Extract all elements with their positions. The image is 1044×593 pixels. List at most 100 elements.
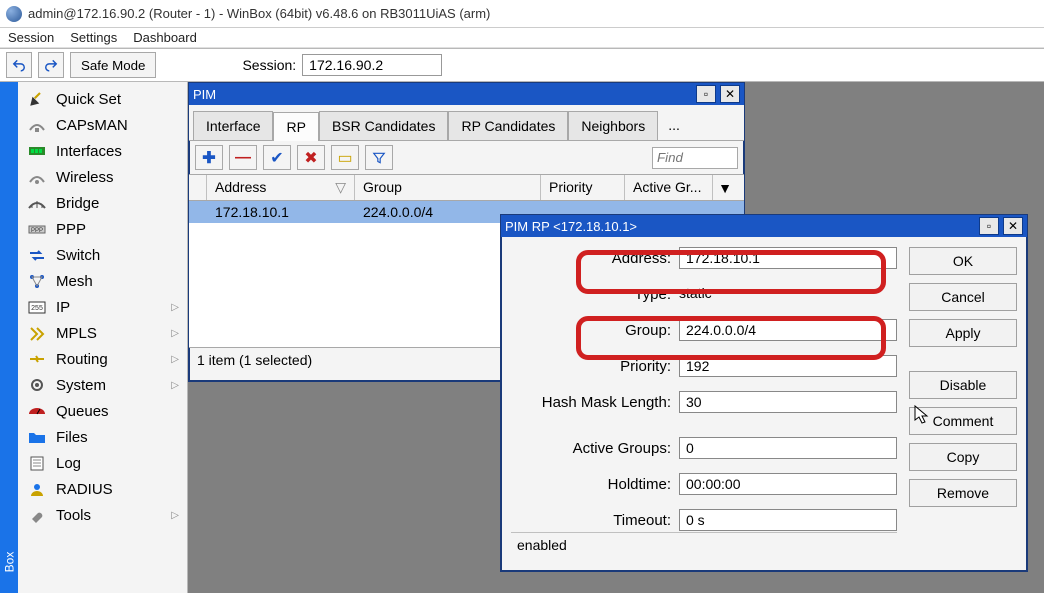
sidebar-icon	[26, 168, 48, 186]
sidebar-item-capsman[interactable]: CAPsMAN	[18, 112, 187, 138]
disable-button[interactable]: ✖	[297, 145, 325, 170]
copy-button[interactable]: Copy	[909, 443, 1017, 471]
col-priority[interactable]: Priority	[541, 175, 625, 200]
sidebar-item-switch[interactable]: Switch	[18, 242, 187, 268]
priority-label: Priority:	[511, 358, 671, 375]
add-button[interactable]: ✚	[195, 145, 223, 170]
sidebar-item-routing[interactable]: Routing▷	[18, 346, 187, 372]
pim-rp-dialog: PIM RP <172.18.10.1> ▫ ✕ Address: Type: …	[500, 214, 1028, 572]
group-label: Group:	[511, 322, 671, 339]
tab-rp[interactable]: RP	[273, 112, 318, 141]
tab-bsr-candidates[interactable]: BSR Candidates	[319, 111, 449, 140]
sidebar-icon: PPP	[26, 220, 48, 238]
session-label: Session:	[242, 57, 296, 73]
sidebar-item-ip[interactable]: 255IP▷	[18, 294, 187, 320]
cancel-button[interactable]: Cancel	[909, 283, 1017, 311]
chevron-right-icon: ▷	[171, 328, 179, 339]
filter-button[interactable]	[365, 145, 393, 170]
remove-button[interactable]: —	[229, 145, 257, 170]
find-input[interactable]	[652, 147, 738, 169]
sidebar-icon	[26, 272, 48, 290]
sidebar-item-label: Switch	[56, 247, 100, 264]
col-flag[interactable]	[189, 175, 207, 200]
apply-button[interactable]: Apply	[909, 319, 1017, 347]
col-group[interactable]: Group	[355, 175, 541, 200]
pim-title-text: PIM	[193, 87, 692, 102]
hash-input[interactable]	[679, 391, 897, 413]
sidebar-icon	[26, 454, 48, 472]
col-active-groups[interactable]: Active Gr...	[625, 175, 713, 200]
menu-dashboard[interactable]: Dashboard	[133, 30, 197, 45]
sidebar-icon	[26, 480, 48, 498]
rp-titlebar[interactable]: PIM RP <172.18.10.1> ▫ ✕	[501, 215, 1027, 237]
tab-interface[interactable]: Interface	[193, 111, 273, 140]
sidebar-item-label: CAPsMAN	[56, 117, 128, 134]
group-input[interactable]	[679, 319, 897, 341]
menu-session[interactable]: Session	[8, 30, 54, 45]
sidebar-icon	[26, 116, 48, 134]
pim-titlebar[interactable]: PIM ▫ ✕	[189, 83, 744, 105]
sidebar-item-label: MPLS	[56, 325, 97, 342]
close-icon[interactable]: ✕	[1003, 217, 1023, 235]
sidebar-item-tools[interactable]: Tools▷	[18, 502, 187, 528]
sidebar-icon	[26, 90, 48, 108]
redo-button[interactable]	[38, 52, 64, 78]
enable-button[interactable]: ✔	[263, 145, 291, 170]
minimize-icon[interactable]: ▫	[696, 85, 716, 103]
menu-bar: Session Settings Dashboard	[0, 28, 1044, 48]
undo-button[interactable]	[6, 52, 32, 78]
minimize-icon[interactable]: ▫	[979, 217, 999, 235]
rp-fields: Address: Type: static Group: Priority:	[511, 247, 897, 561]
sidebar-icon	[26, 506, 48, 524]
content-area: PIM ▫ ✕ Interface RP BSR Candidates RP C…	[188, 82, 1044, 593]
sidebar-item-label: RADIUS	[56, 481, 113, 498]
sidebar-item-wireless[interactable]: Wireless	[18, 164, 187, 190]
sidebar-item-log[interactable]: Log	[18, 450, 187, 476]
sidebar-item-ppp[interactable]: PPP PPP	[18, 216, 187, 242]
sidebar-item-mpls[interactable]: MPLS ▷	[18, 320, 187, 346]
col-address[interactable]: Address ▽	[207, 175, 355, 200]
rp-body: Address: Type: static Group: Priority:	[501, 237, 1027, 571]
sidebar-item-files[interactable]: Files	[18, 424, 187, 450]
sidebar-item-label: Queues	[56, 403, 109, 420]
comment-button[interactable]: Comment	[909, 407, 1017, 435]
sidebar-icon: 255	[26, 298, 48, 316]
priority-input[interactable]	[679, 355, 897, 377]
sidebar-item-label: Wireless	[56, 169, 114, 186]
ok-button[interactable]: OK	[909, 247, 1017, 275]
close-icon[interactable]: ✕	[720, 85, 740, 103]
remove-button[interactable]: Remove	[909, 479, 1017, 507]
enabled-status: enabled	[511, 532, 897, 557]
timeout-label: Timeout:	[511, 512, 671, 529]
sidebar-item-quick-set[interactable]: Quick Set	[18, 86, 187, 112]
tab-neighbors[interactable]: Neighbors	[568, 111, 658, 140]
main-toolbar: Safe Mode Session: 172.16.90.2	[0, 48, 1044, 82]
svg-text:PPP: PPP	[31, 228, 43, 234]
column-menu-icon[interactable]: ▼	[713, 175, 737, 200]
menu-settings[interactable]: Settings	[70, 30, 117, 45]
sidebar-list: Quick Set CAPsMAN Interfaces Wireless Bridge…	[18, 82, 187, 593]
type-value: static	[679, 283, 897, 305]
sidebar-item-system[interactable]: System▷	[18, 372, 187, 398]
safe-mode-button[interactable]: Safe Mode	[70, 52, 156, 78]
sidebar-item-interfaces[interactable]: Interfaces	[18, 138, 187, 164]
sidebar-item-queues[interactable]: Queues	[18, 398, 187, 424]
disable-button[interactable]: Disable	[909, 371, 1017, 399]
comment-button[interactable]: ▭	[331, 145, 359, 170]
sidebar-item-label: Quick Set	[56, 91, 121, 108]
sidebar-item-label: PPP	[56, 221, 86, 238]
window-title: admin@172.16.90.2 (Router - 1) - WinBox …	[28, 6, 490, 21]
sidebar-item-bridge[interactable]: Bridge	[18, 190, 187, 216]
tab-more[interactable]: ...	[658, 111, 690, 140]
holdtime-label: Holdtime:	[511, 476, 671, 493]
sidebar-icon	[26, 376, 48, 394]
session-value: 172.16.90.2	[302, 54, 442, 76]
type-label: Type:	[511, 286, 671, 303]
sidebar-edge-label: Box	[2, 552, 16, 573]
address-input[interactable]	[679, 247, 897, 269]
sidebar-item-radius[interactable]: RADIUS	[18, 476, 187, 502]
sidebar-item-mesh[interactable]: Mesh	[18, 268, 187, 294]
sidebar-item-label: Mesh	[56, 273, 93, 290]
tab-rp-candidates[interactable]: RP Candidates	[448, 111, 568, 140]
sidebar-item-label: Routing	[56, 351, 108, 368]
